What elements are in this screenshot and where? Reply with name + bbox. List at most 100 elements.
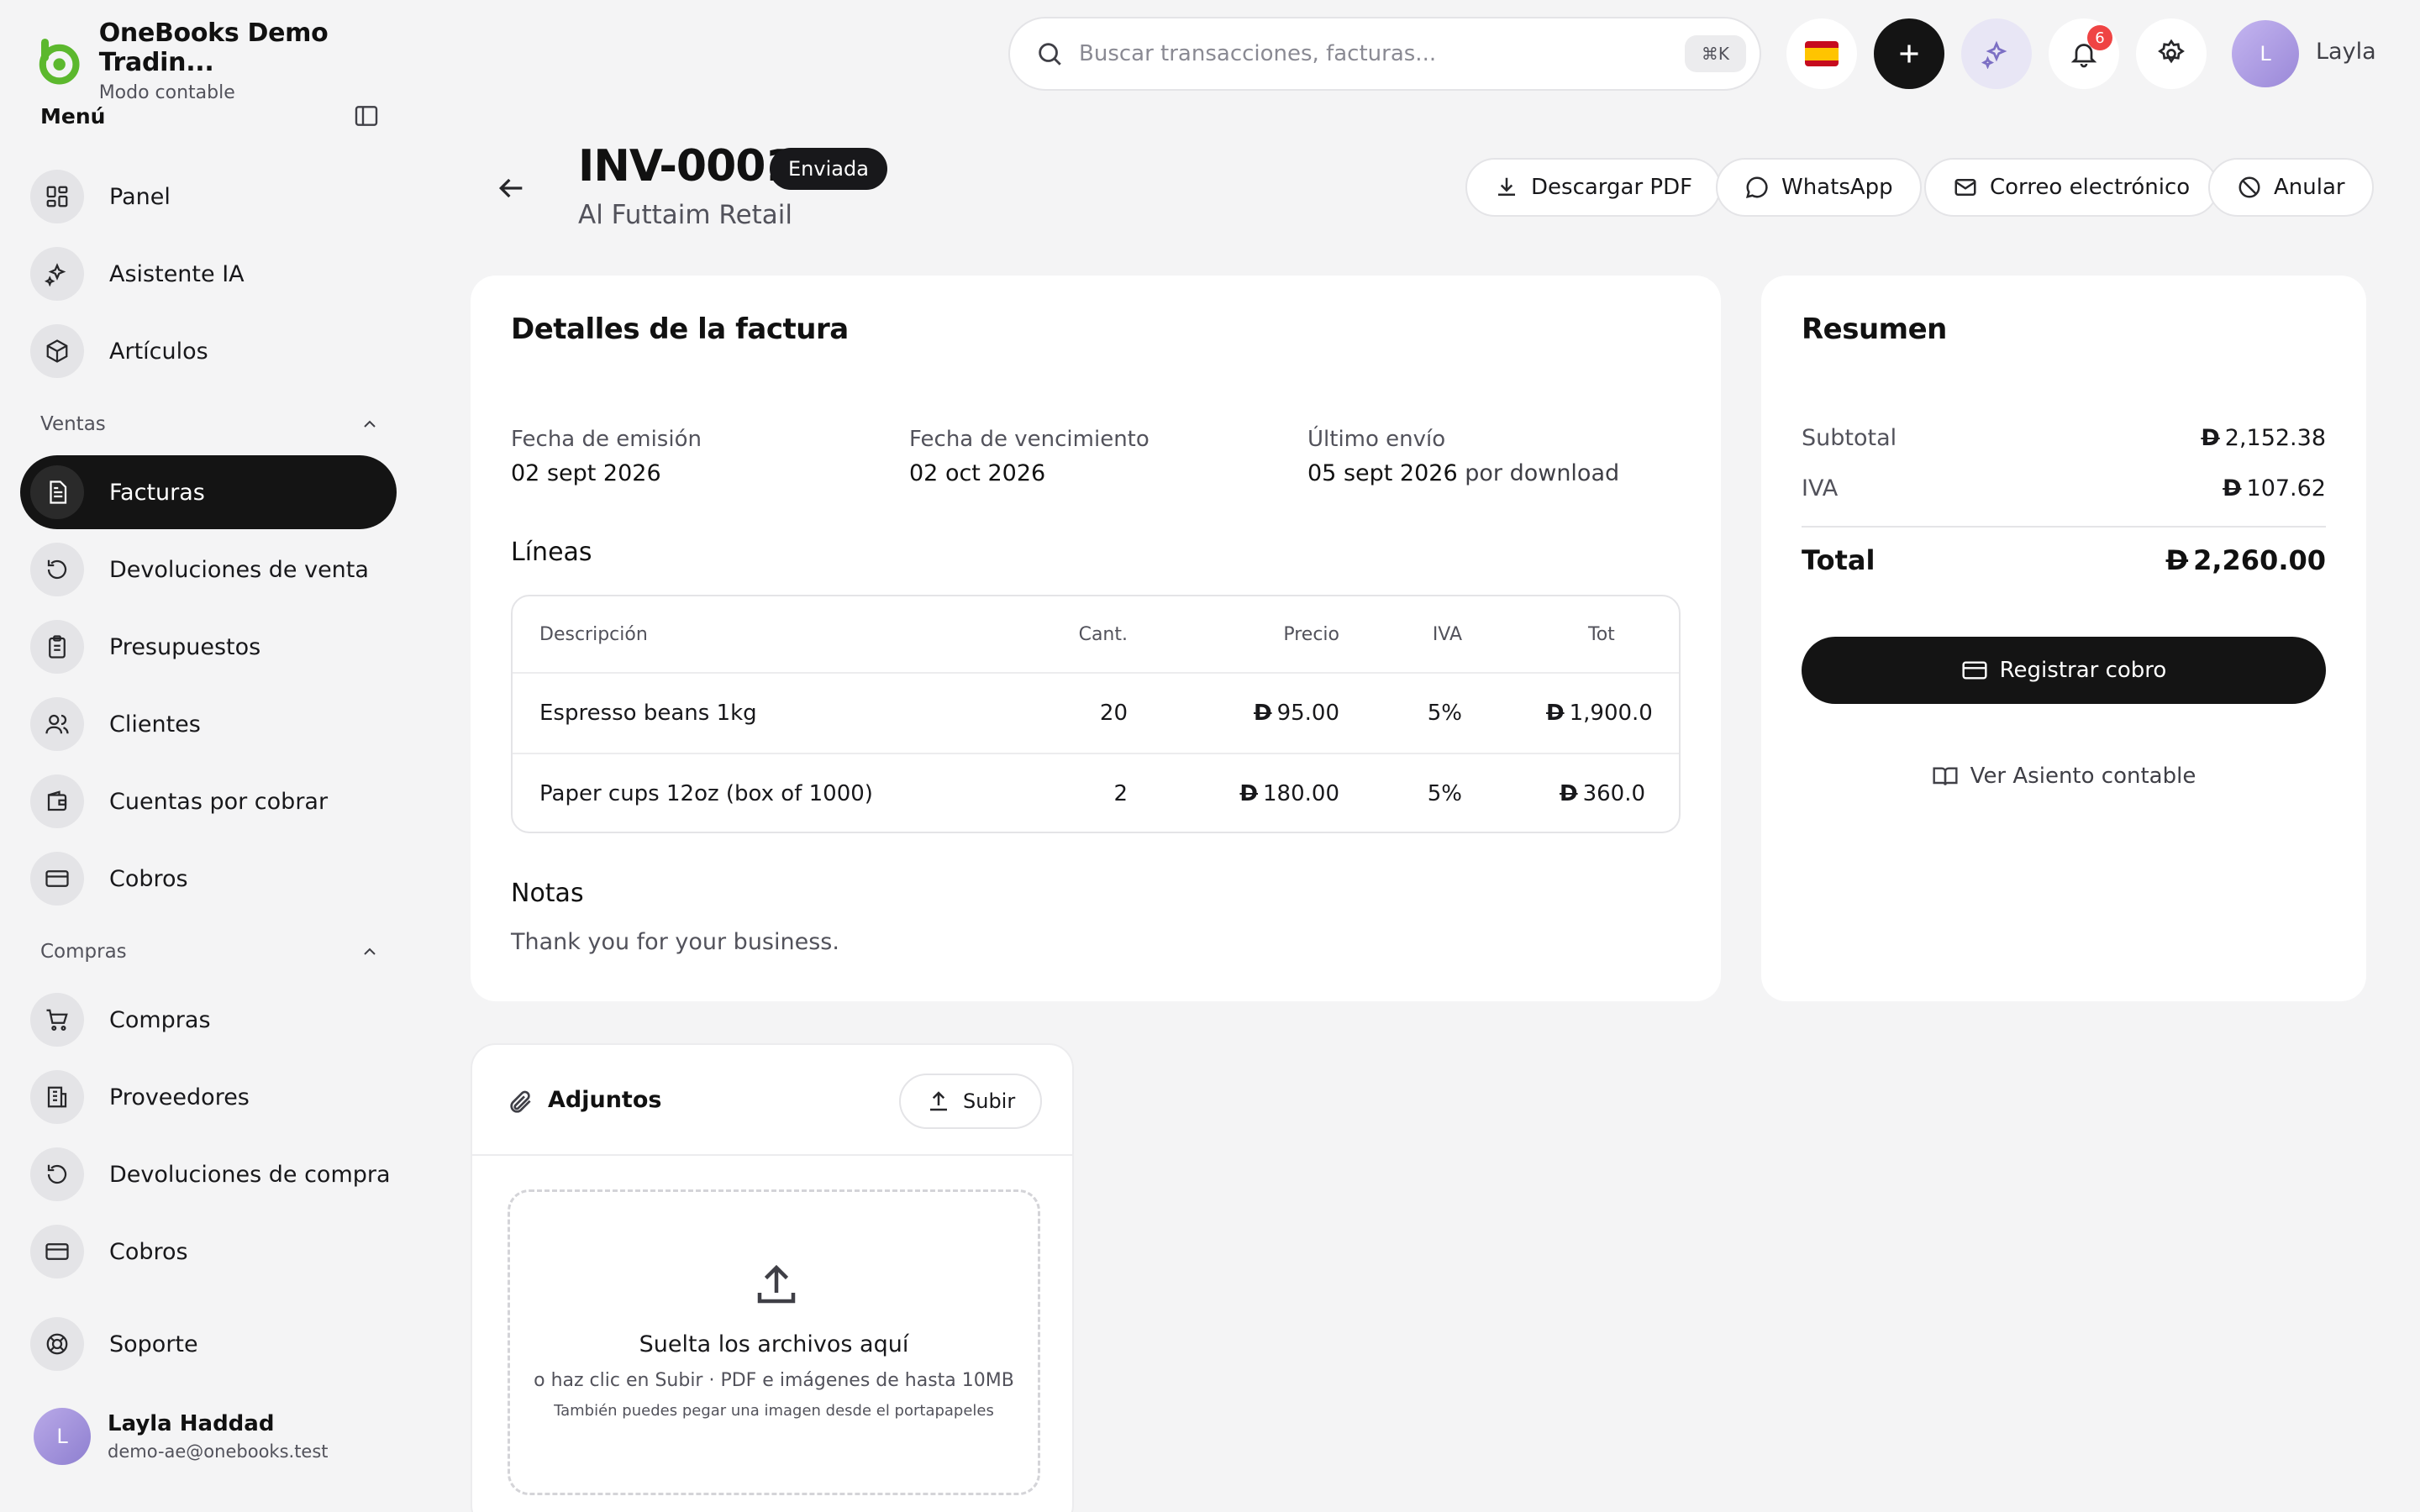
search-bar[interactable]: ⌘K <box>1008 17 1761 91</box>
sidebar-item-support[interactable]: Soporte <box>20 1307 397 1381</box>
void-button[interactable]: Anular <box>2208 158 2374 217</box>
wallet-icon <box>30 774 84 828</box>
download-icon <box>1498 177 1515 196</box>
page-title: INV-0001 <box>578 141 796 192</box>
user-card[interactable]: L Layla Haddad demo-ae@onebooks.test <box>34 1408 329 1465</box>
line-total-value: 1,900.0 <box>1569 701 1653 726</box>
sidebar-item-assistant[interactable]: Asistente IA <box>20 237 397 311</box>
col-qty: Cant. <box>1078 623 1128 645</box>
menu-title: Menú <box>40 103 106 129</box>
email-button[interactable]: Correo electrónico <box>1924 158 2219 217</box>
upload-button[interactable]: Subir <box>899 1074 1043 1129</box>
total-label: Total <box>1802 544 1876 576</box>
credit-card-icon <box>30 852 84 906</box>
attachments-header: Adjuntos Subir <box>472 1045 1074 1156</box>
ban-icon <box>2238 176 2260 198</box>
sidebar: OneBooks Demo Tradin... Modo contable Me… <box>0 0 417 1512</box>
create-new-button[interactable] <box>1874 18 1944 89</box>
box-icon <box>30 324 84 378</box>
currency-symbol: D <box>2223 475 2242 501</box>
sidebar-item-clients[interactable]: Clientes <box>20 687 397 761</box>
sidebar-item-quotes[interactable]: Presupuestos <box>20 610 397 684</box>
issue-date-label: Fecha de emisión <box>511 427 702 452</box>
sidebar-item-label: Cobros <box>109 1238 188 1265</box>
avatar[interactable]: L <box>2232 20 2299 87</box>
brand[interactable]: OneBooks Demo Tradin... Modo contable <box>34 18 417 103</box>
brand-logo-icon <box>39 38 80 84</box>
line-total: D 360.0 <box>1560 754 1646 832</box>
chevron-up-icon <box>364 420 376 428</box>
details-title: Detalles de la factura <box>511 312 849 346</box>
sidebar-item-panel[interactable]: Panel <box>20 160 397 234</box>
sidebar-item-label: Asistente IA <box>109 260 245 287</box>
paperclip-icon <box>510 1090 531 1113</box>
file-dropzone[interactable]: Suelta los archivos aquí o haz clic en S… <box>508 1189 1040 1495</box>
credit-card-icon <box>1962 661 1987 680</box>
user-name: Layla Haddad <box>108 1411 275 1436</box>
register-payment-button[interactable]: Registrar cobro <box>1802 637 2326 704</box>
shortcut-hint: ⌘K <box>1684 35 1746 72</box>
sidebar-item-articles[interactable]: Artículos <box>20 314 397 388</box>
whatsapp-button[interactable]: WhatsApp <box>1716 158 1922 217</box>
sidebar-item-payments[interactable]: Cobros <box>20 1215 397 1289</box>
customer-name[interactable]: Al Futtaim Retail <box>578 200 792 230</box>
line-price-value: 180.00 <box>1263 781 1339 806</box>
table-row[interactable]: Espresso beans 1kg 20 D 95.00 5% D 1,900.0 <box>513 672 1679 753</box>
ai-assistant-button[interactable] <box>1961 18 2032 89</box>
search-input[interactable] <box>1079 41 1685 66</box>
back-arrow-icon[interactable] <box>494 171 528 205</box>
top-user-name[interactable]: Layla <box>2316 39 2376 65</box>
table-row[interactable]: Paper cups 12oz (box of 1000) 2 D 180.00 … <box>513 753 1679 832</box>
sidebar-item-label: Panel <box>109 183 171 210</box>
section-sales[interactable]: Ventas <box>40 413 380 435</box>
sidebar-item-receivables[interactable]: Cuentas por cobrar <box>20 764 397 838</box>
sidebar-toggle-icon[interactable] <box>353 102 380 129</box>
sidebar-item-label: Compras <box>109 1006 211 1033</box>
sidebar-item-collections[interactable]: Cobros <box>20 842 397 916</box>
language-button[interactable] <box>1786 18 1857 89</box>
summary-card: Resumen Subtotal D 2,152.38 IVA D 107.62 T… <box>1761 276 2366 1001</box>
line-iva: 5% <box>1427 701 1462 726</box>
sidebar-item-label: Soporte <box>109 1331 198 1357</box>
col-description: Descripción <box>539 623 648 645</box>
sparkles-icon <box>30 247 84 301</box>
plus-icon <box>1900 45 1918 63</box>
lifebuoy-icon <box>30 1317 84 1371</box>
notification-badge: 6 <box>2087 25 2112 50</box>
currency-symbol: D <box>1253 701 1272 726</box>
total-row: Total D 2,260.00 <box>1802 544 2326 576</box>
user-email: demo-ae@onebooks.test <box>108 1441 329 1462</box>
line-total-value: 360.0 <box>1582 781 1646 806</box>
undo-icon <box>30 543 84 596</box>
sidebar-item-label: Cuentas por cobrar <box>109 788 329 815</box>
section-purchases[interactable]: Compras <box>40 941 380 963</box>
chevron-up-icon <box>364 948 376 955</box>
ledger-link[interactable]: Ver Asiento contable <box>1761 763 2366 790</box>
sidebar-item-label: Devoluciones de venta <box>109 556 369 583</box>
ledger-link-label: Ver Asiento contable <box>1970 764 2196 789</box>
sidebar-item-suppliers[interactable]: Proveedores <box>20 1060 397 1134</box>
upload-icon <box>757 1264 796 1304</box>
status-badge: Enviada <box>770 148 887 190</box>
invoice-details-card: Detalles de la factura Fecha de emisión … <box>471 276 1721 1001</box>
register-payment-label: Registrar cobro <box>1999 658 2167 683</box>
iva-value: D 107.62 <box>2223 475 2326 501</box>
download-pdf-button[interactable]: Descargar PDF <box>1465 158 1722 217</box>
sidebar-item-purchase-returns[interactable]: Devoluciones de compra <box>20 1137 397 1211</box>
section-sales-label: Ventas <box>40 413 106 435</box>
building-icon <box>30 1070 84 1124</box>
line-qty: 20 <box>1099 701 1128 726</box>
col-price: Precio <box>1283 623 1339 645</box>
sidebar-item-invoices[interactable]: Facturas <box>20 455 397 529</box>
email-label: Correo electrónico <box>1990 175 2191 200</box>
line-price: D 180.00 <box>1239 754 1339 832</box>
settings-button[interactable] <box>2136 18 2207 89</box>
lines-table: Descripción Cant. Precio IVA Tot Espress… <box>511 595 1681 833</box>
notifications-button[interactable]: 6 <box>2049 18 2119 89</box>
upload-label: Subir <box>963 1089 1016 1113</box>
summary-title: Resumen <box>1802 312 1947 346</box>
invoice-icon <box>30 465 84 519</box>
book-open-icon <box>1933 767 1958 785</box>
sidebar-item-sales-returns[interactable]: Devoluciones de venta <box>20 533 397 606</box>
sidebar-item-purchases[interactable]: Compras <box>20 983 397 1057</box>
